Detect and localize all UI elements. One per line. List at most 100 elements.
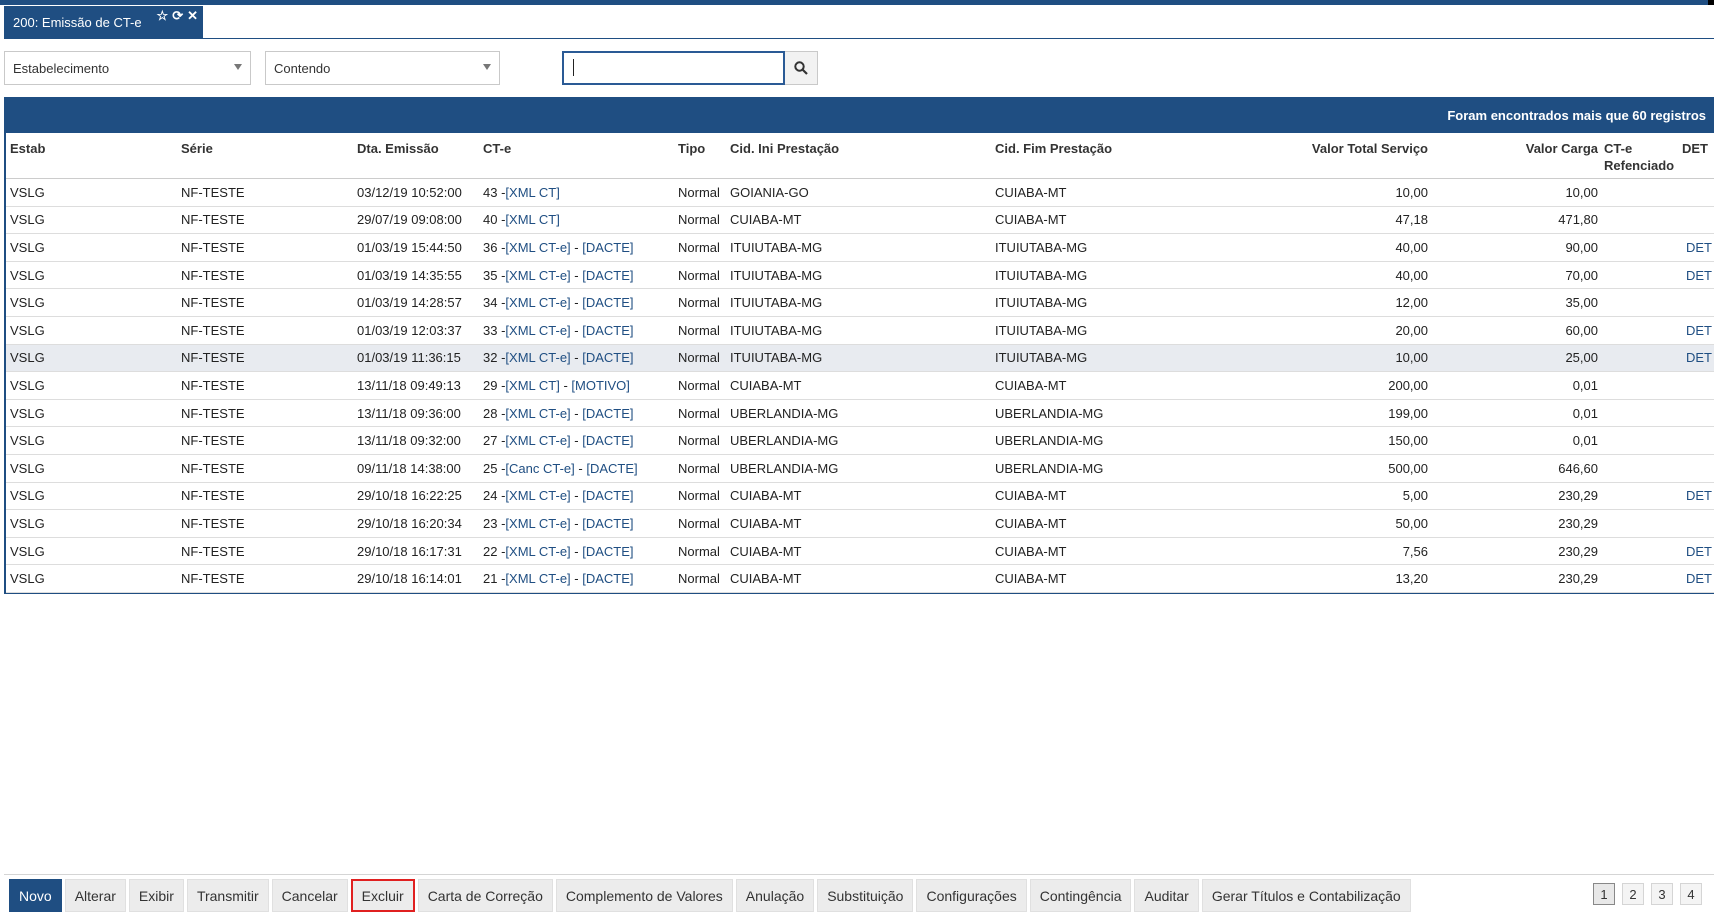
cte-dacte-link[interactable]: [DACTE] [582, 406, 633, 421]
cte-xml-link[interactable]: [Canc CT-e] [505, 461, 574, 476]
page-button[interactable]: 4 [1680, 883, 1702, 905]
complemento-de-valores-button[interactable]: Complemento de Valores [555, 879, 733, 912]
carta-de-correcao-button[interactable]: Carta de Correção [417, 879, 553, 912]
field-select[interactable]: Estabelecimento [4, 51, 251, 85]
det-link[interactable]: DET [1682, 262, 1712, 289]
col-det[interactable]: DET [1682, 133, 1712, 178]
novo-button[interactable]: Novo [9, 879, 62, 912]
cte-dacte-link[interactable]: [DACTE] [582, 350, 633, 365]
table-row[interactable]: VSLG NF-TESTE 01/03/19 15:44:50 36 - [XML C… [6, 234, 1714, 262]
table-row[interactable]: VSLG NF-TESTE 29/10/18 16:22:25 24 - [XML C… [6, 483, 1714, 511]
col-cid-fim[interactable]: Cid. Fim Prestação [995, 133, 1112, 178]
page-button[interactable]: 3 [1651, 883, 1673, 905]
col-cid-ini[interactable]: Cid. Ini Prestação [730, 133, 839, 178]
cte-dacte-link[interactable]: [DACTE] [582, 516, 633, 531]
contingencia-button[interactable]: Contingência [1029, 879, 1132, 912]
table-row[interactable]: VSLG NF-TESTE 13/11/18 09:32:00 27 - [XML C… [6, 427, 1714, 455]
auditar-button[interactable]: Auditar [1134, 879, 1199, 912]
det-link[interactable]: DET [1682, 538, 1712, 565]
substituicao-button[interactable]: Substituição [817, 879, 914, 912]
table-row[interactable]: VSLG NF-TESTE 01/03/19 14:35:55 35 - [XML C… [6, 262, 1714, 290]
anulacao-button[interactable]: Anulação [735, 879, 815, 912]
refresh-icon[interactable]: ⟳ [172, 8, 183, 24]
search-button[interactable] [785, 51, 818, 85]
det-link [1682, 427, 1712, 454]
close-icon[interactable]: ✕ [187, 8, 198, 24]
cte-xml-link[interactable]: [XML CT-e] [505, 240, 570, 255]
table-row[interactable]: VSLG NF-TESTE 09/11/18 14:38:00 25 - [Canc … [6, 455, 1714, 483]
cte-xml-link[interactable]: [XML CT-e] [505, 323, 570, 338]
cte-xml-link[interactable]: [XML CT] [505, 185, 559, 200]
alterar-button[interactable]: Alterar [64, 879, 126, 912]
cte-xml-link[interactable]: [XML CT-e] [505, 406, 570, 421]
page-button[interactable]: 1 [1593, 883, 1615, 905]
cte-dacte-link[interactable]: [MOTIVO] [571, 378, 630, 393]
col-estab[interactable]: Estab [10, 133, 45, 178]
cte-xml-link[interactable]: [XML CT] [505, 212, 559, 227]
cte-number: 22 - [483, 543, 506, 559]
det-link[interactable]: DET [1682, 234, 1712, 261]
table-row[interactable]: VSLG NF-TESTE 29/10/18 16:20:34 23 - [XML C… [6, 510, 1714, 538]
table-row[interactable]: VSLG NF-TESTE 29/10/18 16:17:31 22 - [XML C… [6, 538, 1714, 566]
table-row[interactable]: VSLG NF-TESTE 01/03/19 14:28:57 34 - [XML C… [6, 289, 1714, 317]
cell-dta: 01/03/19 12:03:37 [357, 322, 462, 338]
col-serie[interactable]: Série [181, 133, 213, 178]
operator-select[interactable]: Contendo [265, 51, 500, 85]
col-dta-emissao[interactable]: Dta. Emissão [357, 133, 439, 178]
cte-link-separator: - [570, 350, 583, 366]
gerar-titulos-button[interactable]: Gerar Títulos e Contabilização [1201, 879, 1411, 912]
det-link[interactable]: DET [1682, 317, 1712, 344]
cte-xml-link[interactable]: [XML CT-e] [505, 544, 570, 559]
configuracoes-button[interactable]: Configurações [916, 879, 1027, 912]
col-valor-total-servico[interactable]: Valor Total Serviço [1286, 133, 1428, 178]
cell-fim: ITUIUTABA-MG [995, 295, 1088, 311]
exibir-button[interactable]: Exibir [128, 879, 184, 912]
cte-xml-link[interactable]: [XML CT-e] [505, 488, 570, 503]
table-row[interactable]: VSLG NF-TESTE 13/11/18 09:36:00 28 - [XML C… [6, 400, 1714, 428]
cell-estab: VSLG [10, 212, 45, 228]
cte-dacte-link[interactable]: [DACTE] [582, 295, 633, 310]
cte-dacte-link[interactable]: [DACTE] [582, 268, 633, 283]
col-cte-referenciado[interactable]: CT-e Refenciado [1604, 133, 1674, 178]
det-link[interactable]: DET [1682, 483, 1712, 510]
col-tipo[interactable]: Tipo [678, 133, 705, 178]
table-row[interactable]: VSLG NF-TESTE 01/03/19 12:03:37 33 - [XML C… [6, 317, 1714, 345]
table-row[interactable]: VSLG NF-TESTE 01/03/19 11:36:15 32 - [XML C… [6, 344, 1714, 373]
det-link[interactable]: DET [1682, 565, 1712, 592]
cte-xml-link[interactable]: [XML CT-e] [505, 433, 570, 448]
cte-xml-link[interactable]: [XML CT-e] [505, 571, 570, 586]
page-button[interactable]: 2 [1622, 883, 1644, 905]
cell-serie: NF-TESTE [181, 433, 245, 449]
cell-serie: NF-TESTE [181, 515, 245, 531]
cell-tipo: Normal [678, 543, 720, 559]
tab-emissao-cte[interactable]: 200: Emissão de CT-e ☆ ⟳ ✕ [4, 6, 203, 39]
cte-dacte-link[interactable]: [DACTE] [586, 461, 637, 476]
table-row[interactable]: VSLG NF-TESTE 29/10/18 16:14:01 21 - [XML C… [6, 565, 1714, 593]
cte-dacte-link[interactable]: [DACTE] [582, 433, 633, 448]
table-row[interactable]: VSLG NF-TESTE 03/12/19 10:52:00 43 - [XML C… [6, 179, 1714, 207]
cte-dacte-link[interactable]: [DACTE] [582, 571, 633, 586]
cell-serie: NF-TESTE [181, 377, 245, 393]
cte-xml-link[interactable]: [XML CT] [505, 378, 559, 393]
cte-dacte-link[interactable]: [DACTE] [582, 323, 633, 338]
col-cte[interactable]: CT-e [483, 133, 511, 178]
table-row[interactable]: VSLG NF-TESTE 13/11/18 09:49:13 29 - [XML C… [6, 372, 1714, 400]
cell-estab: VSLG [10, 571, 45, 587]
col-valor-carga[interactable]: Valor Carga [1436, 133, 1598, 178]
cell-dta: 13/11/18 09:36:00 [357, 405, 461, 421]
det-link[interactable]: DET [1682, 345, 1712, 372]
cancelar-button[interactable]: Cancelar [271, 879, 348, 912]
star-icon[interactable]: ☆ [157, 8, 169, 24]
excluir-button[interactable]: Excluir [350, 879, 415, 912]
cte-dacte-link[interactable]: [DACTE] [582, 488, 633, 503]
cell-cte: 33 - [XML CT-e] - [DACTE] [483, 317, 634, 344]
cte-dacte-link[interactable]: [DACTE] [582, 240, 633, 255]
transmitir-button[interactable]: Transmitir [186, 879, 269, 912]
cte-dacte-link[interactable]: [DACTE] [582, 544, 633, 559]
search-input[interactable] [562, 51, 785, 85]
cte-xml-link[interactable]: [XML CT-e] [505, 516, 570, 531]
cte-xml-link[interactable]: [XML CT-e] [505, 295, 570, 310]
table-row[interactable]: VSLG NF-TESTE 29/07/19 09:08:00 40 - [XML C… [6, 207, 1714, 235]
cte-xml-link[interactable]: [XML CT-e] [505, 350, 570, 365]
cte-xml-link[interactable]: [XML CT-e] [505, 268, 570, 283]
